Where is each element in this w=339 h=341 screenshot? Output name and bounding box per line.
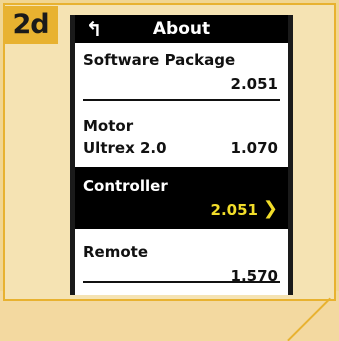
controller-label: Controller: [83, 177, 168, 195]
chevron-right-icon: ❯: [262, 198, 278, 219]
list-item-remote[interactable]: Remote 1.570: [75, 229, 288, 285]
motor-version-value: 1.070: [230, 139, 278, 157]
back-arrow-icon[interactable]: ↰: [85, 15, 103, 43]
motor-model-label: Ultrex 2.0: [83, 139, 167, 157]
device-screen: ↰ About Software Package 2.051 Motor Ult…: [70, 15, 293, 295]
instruction-frame: 2d ↰ About Software Package 2.051 Motor …: [0, 0, 339, 341]
list-item-controller[interactable]: Controller 2.051 ❯: [75, 167, 288, 229]
software-package-label: Software Package: [83, 51, 236, 69]
page-title: About: [152, 19, 211, 39]
motor-label: Motor: [83, 117, 134, 135]
list-item-software-package[interactable]: Software Package 2.051: [75, 43, 288, 99]
list-item-motor[interactable]: Motor Ultrex 2.0 1.070: [75, 101, 288, 167]
step-badge: 2d: [3, 6, 58, 44]
controller-version-value: 2.051: [210, 201, 258, 219]
title-bar: ↰ About: [75, 15, 288, 43]
software-package-value: 2.051: [230, 75, 278, 93]
corner-divider: [287, 297, 331, 341]
remote-label: Remote: [83, 243, 149, 261]
remote-version-value: 1.570: [230, 267, 278, 285]
